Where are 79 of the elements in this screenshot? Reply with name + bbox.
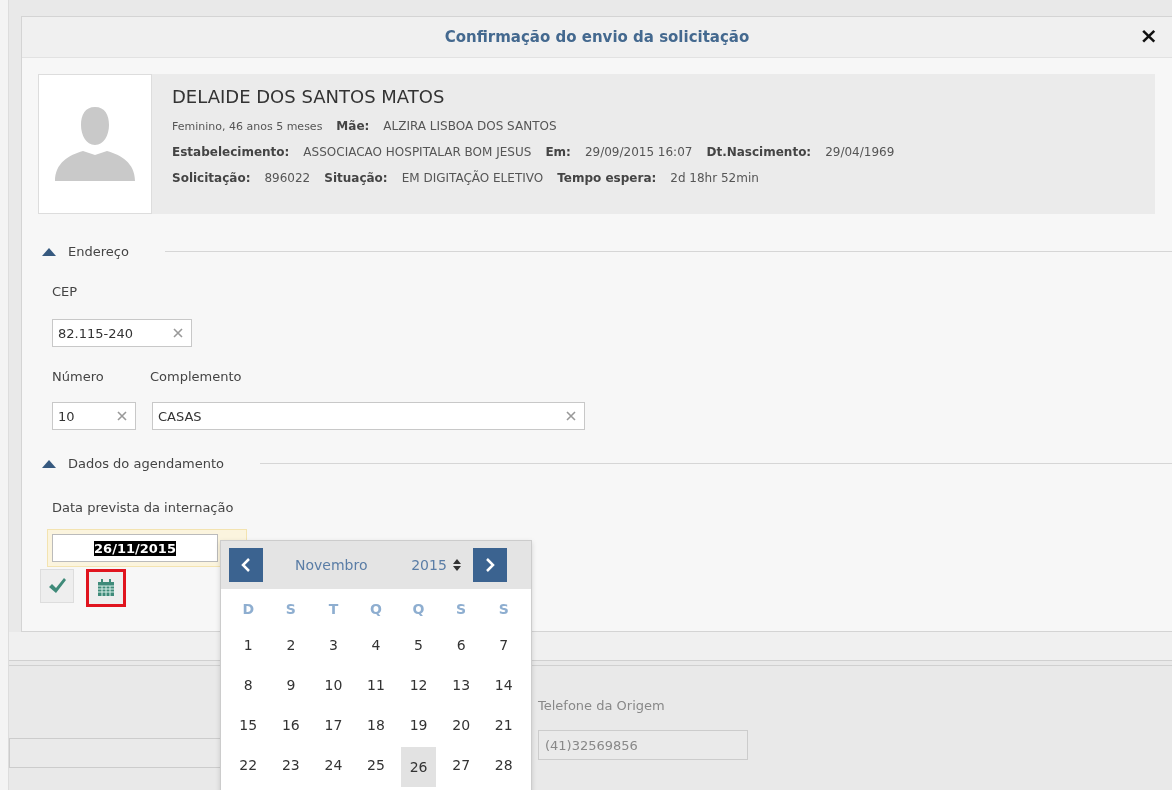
calendar-day[interactable]: 20 bbox=[439, 705, 483, 745]
collapse-icon[interactable] bbox=[42, 458, 56, 468]
field-label: Em: bbox=[545, 145, 571, 159]
calendar-day[interactable]: 19 bbox=[397, 705, 440, 745]
calendar-day[interactable]: 25 bbox=[354, 745, 398, 785]
phone-label: Telefone da Origem bbox=[538, 698, 666, 713]
clear-icon[interactable] bbox=[566, 411, 576, 421]
numero-field[interactable]: 10 bbox=[52, 402, 136, 430]
calendar-day[interactable]: 11 bbox=[354, 665, 398, 705]
field-value: 2d 18hr 52min bbox=[670, 171, 759, 185]
calendar-day[interactable]: 10 bbox=[312, 665, 355, 705]
calendar-day[interactable]: 28 bbox=[482, 745, 525, 785]
calendar-day[interactable]: 17 bbox=[312, 705, 355, 745]
calendar-day[interactable]: 13 bbox=[439, 665, 483, 705]
field-label: Tempo espera: bbox=[557, 171, 657, 185]
field-value: Feminino, 46 anos 5 meses bbox=[172, 119, 323, 133]
field-value: 29/09/2015 16:07 bbox=[584, 145, 693, 159]
person-silhouette-icon bbox=[55, 107, 135, 181]
calendar-day[interactable]: 15 bbox=[227, 705, 270, 745]
confirm-button[interactable] bbox=[40, 569, 74, 603]
field-label: Mãe: bbox=[336, 119, 370, 133]
calendar-day[interactable]: 14 bbox=[482, 665, 525, 705]
calendar-day[interactable]: 9 bbox=[269, 665, 313, 705]
section-title: Endereço bbox=[68, 243, 129, 259]
complemento-field[interactable]: CASAS bbox=[152, 402, 585, 430]
calendar-day[interactable]: 4 bbox=[354, 625, 398, 665]
field-label: Solicitação: bbox=[172, 171, 251, 185]
calendar-day[interactable]: 24 bbox=[312, 745, 355, 785]
calendar-day[interactable]: 18 bbox=[354, 705, 398, 745]
field-label: Estabelecimento: bbox=[172, 145, 290, 159]
field-value: 29/04/1969 bbox=[825, 145, 895, 159]
weekday-label: S bbox=[455, 600, 468, 619]
calendar-day[interactable]: 2 bbox=[269, 625, 313, 665]
close-button[interactable]: × bbox=[1135, 23, 1162, 48]
calendar-day[interactable]: 16 bbox=[269, 705, 313, 745]
field-value: ASSOCIACAO HOSPITALAR BOM JESUS bbox=[303, 145, 532, 159]
calendar-day[interactable]: 1 bbox=[227, 625, 270, 665]
date-label: Data prevista da internação bbox=[52, 500, 235, 515]
calendar-day[interactable]: 8 bbox=[227, 665, 270, 705]
collapse-icon[interactable] bbox=[42, 246, 56, 256]
field-value: EM DIGITAÇÃO ELETIVO bbox=[401, 171, 544, 185]
field-label: Situação: bbox=[324, 171, 388, 185]
weekday-label: S bbox=[284, 600, 297, 619]
field-value: ALZIRA LISBOA DOS SANTOS bbox=[383, 119, 557, 133]
calendar-day[interactable]: 3 bbox=[312, 625, 355, 665]
weekday-label: Q bbox=[411, 600, 426, 619]
calendar-icon bbox=[97, 579, 115, 597]
spinner-icon bbox=[452, 559, 461, 571]
field-value: 896022 bbox=[264, 171, 311, 185]
calendar-day[interactable]: 5 bbox=[397, 625, 440, 665]
cep-label: CEP bbox=[52, 284, 79, 299]
next-month-button[interactable] bbox=[473, 548, 507, 582]
check-icon bbox=[48, 578, 66, 594]
calendar-day[interactable]: 6 bbox=[439, 625, 483, 665]
calendar-day[interactable]: 27 bbox=[439, 745, 483, 785]
calendar-button[interactable] bbox=[86, 569, 126, 607]
weekday-label: T bbox=[327, 600, 340, 619]
chevron-left-icon bbox=[241, 558, 251, 572]
calendar-day[interactable]: 22 bbox=[227, 745, 270, 785]
field-label: Dt.Nascimento: bbox=[706, 145, 812, 159]
clear-icon[interactable] bbox=[173, 328, 183, 338]
calendar-day[interactable]: 12 bbox=[397, 665, 440, 705]
chevron-right-icon bbox=[485, 558, 495, 572]
previous-month-button[interactable] bbox=[229, 548, 263, 582]
calendar-day[interactable]: 21 bbox=[482, 705, 525, 745]
dialog-title: Confirmação do envio da solicitação bbox=[444, 28, 750, 46]
patient-name: DELAIDE DOS SANTOS MATOS bbox=[172, 86, 446, 107]
clear-icon[interactable] bbox=[117, 411, 127, 421]
cep-field[interactable]: 82.115-240 bbox=[52, 319, 192, 347]
weekday-label: S bbox=[497, 600, 510, 619]
calendar-day[interactable]: 7 bbox=[482, 625, 525, 665]
numero-label: Número bbox=[52, 369, 105, 384]
calendar-day[interactable]: 26 bbox=[401, 747, 436, 787]
weekday-label: D bbox=[241, 600, 256, 619]
calendar-day[interactable]: 23 bbox=[269, 745, 313, 785]
weekday-label: Q bbox=[369, 600, 383, 619]
date-field[interactable]: 26/11/2015 bbox=[52, 534, 218, 562]
section-title: Dados do agendamento bbox=[68, 455, 225, 471]
complemento-label: Complemento bbox=[150, 369, 242, 384]
